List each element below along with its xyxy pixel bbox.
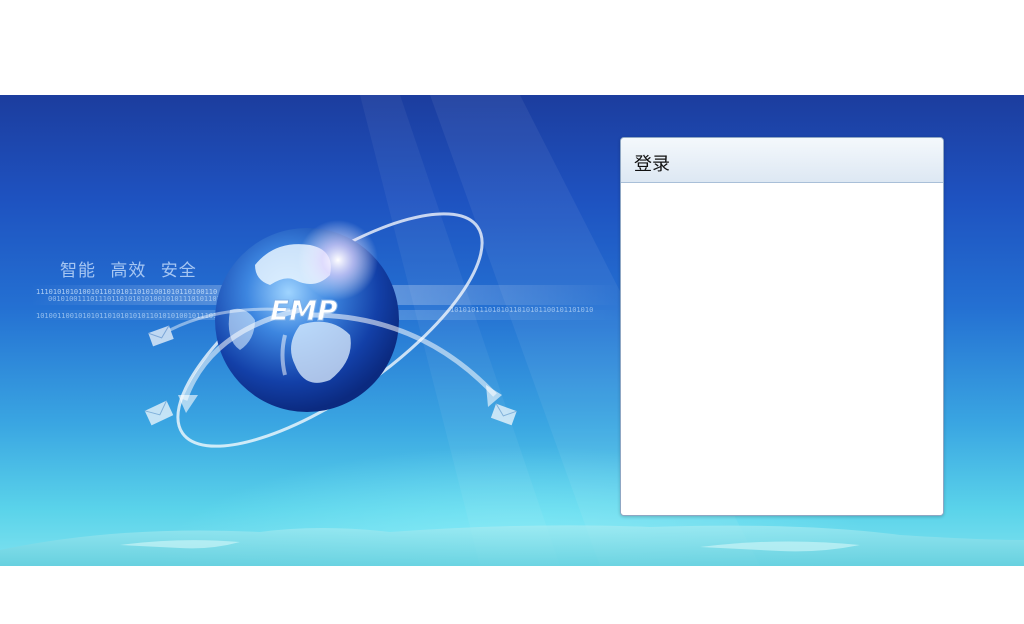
slogan-text: 智能 高效 安全 [60,261,197,281]
login-body [621,183,943,515]
top-blank-area [0,0,1024,95]
envelope-icon [144,400,174,426]
lens-flare [298,220,378,300]
binary-text: 1010011001010101101010101011010101001011… [36,312,217,320]
login-title: 登录 [634,154,670,175]
binary-text: 0010100111011101101010101001010111010110… [48,295,229,303]
bottom-blank-area [0,566,1024,624]
login-panel: 登录 [620,137,944,516]
envelope-icon [148,325,174,347]
binary-text: 1010101110101011010101100101101010 [450,306,593,314]
login-header: 登录 [621,138,943,183]
